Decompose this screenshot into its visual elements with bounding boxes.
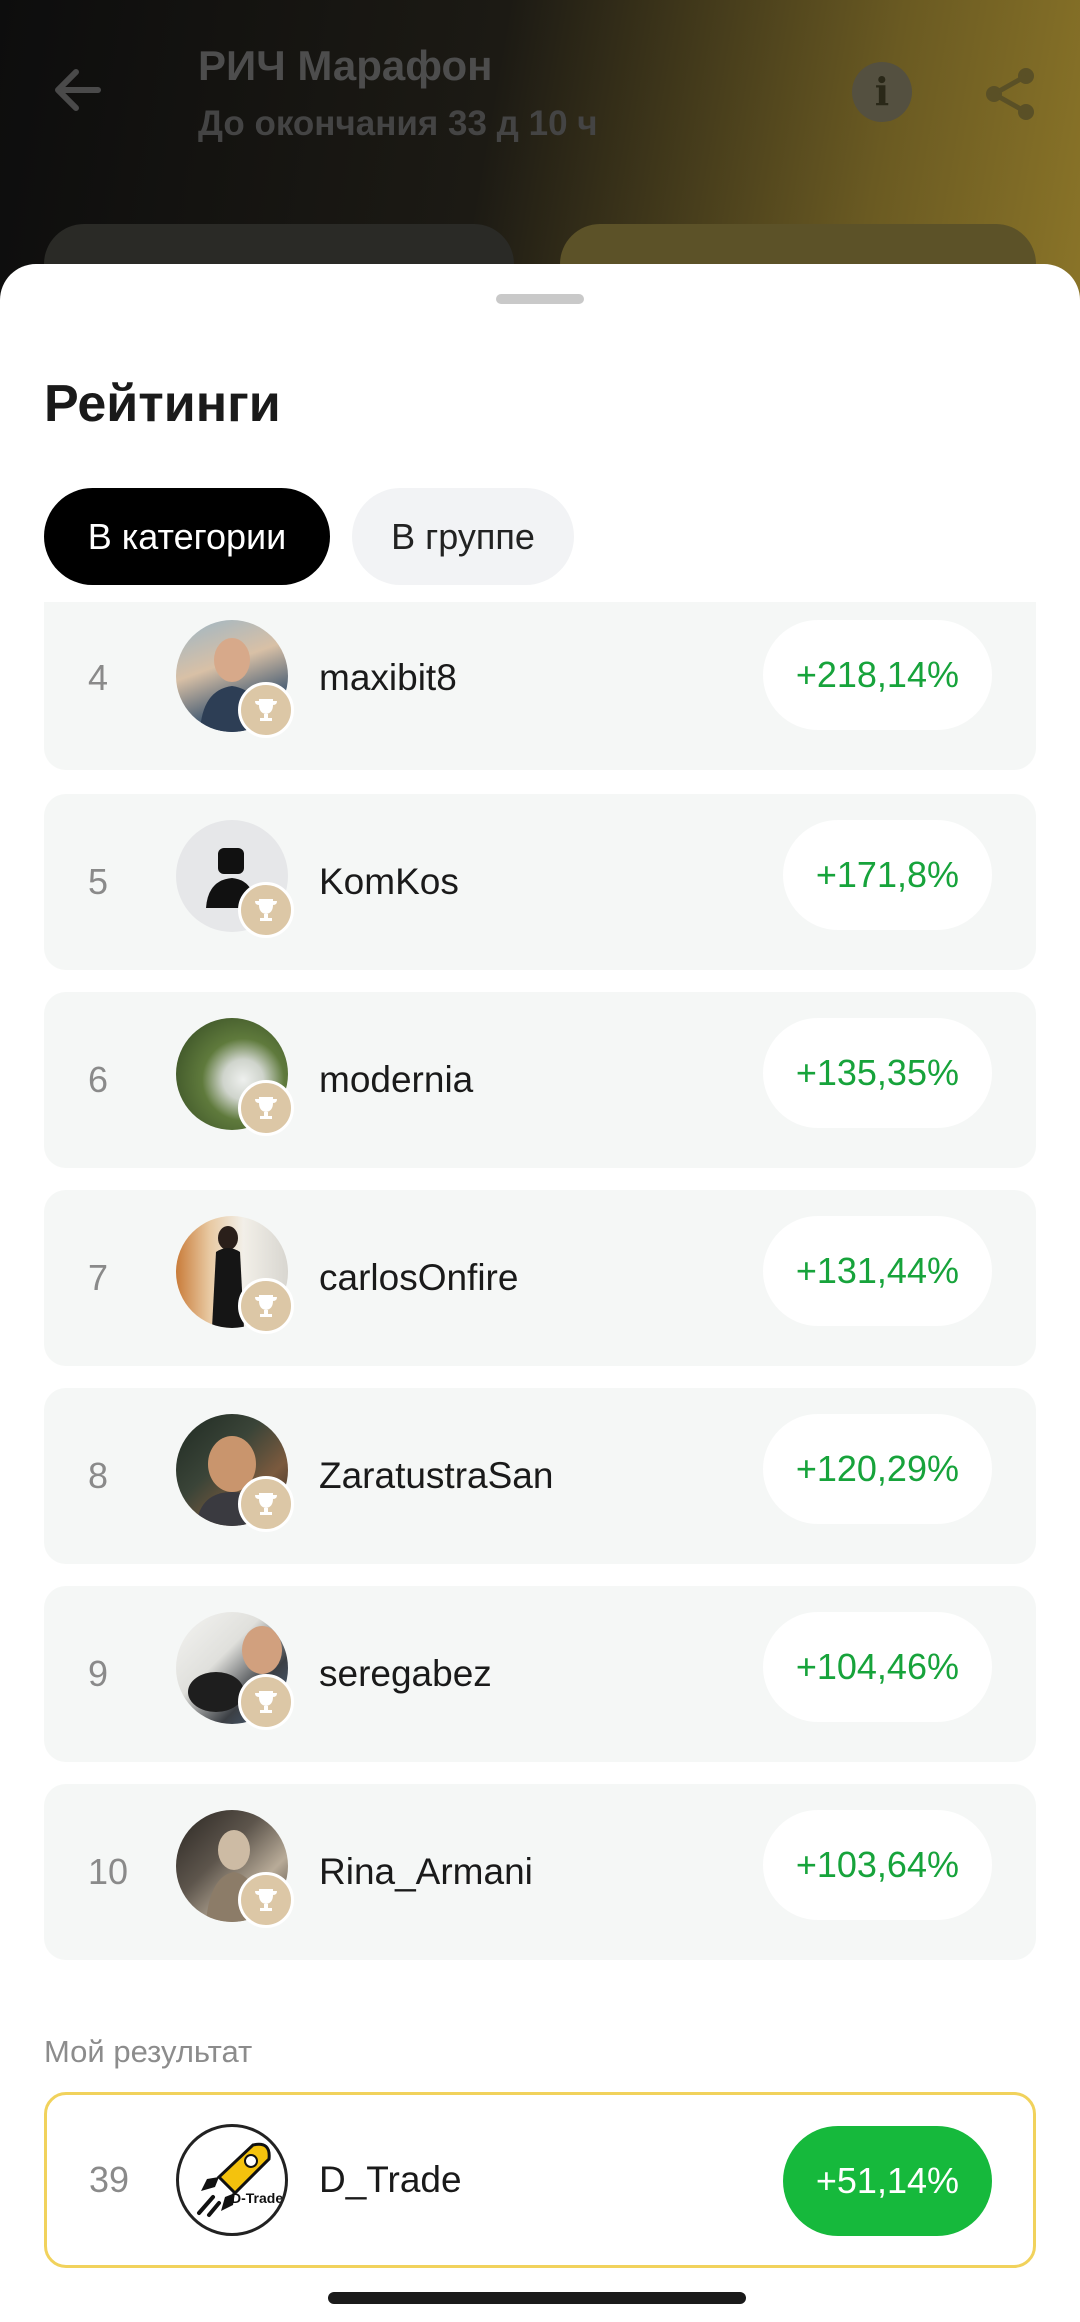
username: maxibit8 bbox=[319, 657, 457, 698]
rating-row[interactable]: 9 seregabez +104,46% bbox=[44, 1586, 1036, 1762]
trophy-icon bbox=[238, 882, 294, 938]
result-badge: +171,8% bbox=[782, 820, 992, 930]
background-header: РИЧ Марафон До окончания 33 д 10 ч i bbox=[0, 0, 1080, 304]
trophy-icon bbox=[238, 1872, 294, 1928]
tab-in-category[interactable]: В категории bbox=[44, 488, 330, 585]
rank-number: 4 bbox=[88, 657, 109, 698]
home-indicator[interactable] bbox=[328, 2292, 746, 2304]
rocket-logo-avatar: D-Trade bbox=[176, 2124, 288, 2236]
username: ZaratustraSan bbox=[319, 1455, 554, 1496]
rank-number: 8 bbox=[88, 1455, 109, 1496]
rank-number: 5 bbox=[88, 861, 109, 902]
marathon-title: РИЧ Марафон bbox=[198, 42, 493, 89]
sheet-title: Рейтинги bbox=[44, 375, 281, 433]
rating-row[interactable]: 7 carlosOnfire +131,44% bbox=[44, 1190, 1036, 1366]
my-result-badge: +51,14% bbox=[782, 2126, 992, 2236]
info-icon[interactable]: i bbox=[852, 62, 912, 122]
username: D_Trade bbox=[319, 2159, 462, 2200]
rank-number: 7 bbox=[88, 1257, 109, 1298]
rating-row[interactable]: 5 KomKos +171,8% bbox=[44, 794, 1036, 970]
result-badge: +120,29% bbox=[762, 1414, 992, 1524]
rank-number: 39 bbox=[89, 2159, 130, 2200]
result-badge: +131,44% bbox=[762, 1216, 992, 1326]
logo-text: D-Trade bbox=[231, 2190, 283, 2206]
time-remaining: До окончания 33 д 10 ч bbox=[198, 104, 598, 143]
rank-number: 9 bbox=[88, 1653, 109, 1694]
rating-row[interactable]: 4 maxibit8 +218,14% bbox=[44, 602, 1036, 770]
rating-row[interactable]: 6 modernia +135,35% bbox=[44, 992, 1036, 1168]
ratings-sheet: Рейтинги В категории В группе 4 maxibit8… bbox=[0, 264, 1080, 2322]
my-result-row[interactable]: 39 D-Trade D_Trade +51,14% bbox=[44, 2092, 1036, 2268]
username: KomKos bbox=[319, 861, 459, 902]
result-badge: +135,35% bbox=[762, 1018, 992, 1128]
sheet-drag-handle[interactable] bbox=[496, 294, 584, 304]
username: modernia bbox=[319, 1059, 474, 1100]
trophy-icon bbox=[238, 1476, 294, 1532]
trophy-icon bbox=[238, 1278, 294, 1334]
tab-in-group[interactable]: В группе bbox=[352, 488, 574, 585]
trophy-icon bbox=[238, 682, 294, 738]
rank-number: 10 bbox=[88, 1851, 129, 1892]
result-badge: +218,14% bbox=[762, 620, 992, 730]
trophy-icon bbox=[238, 1080, 294, 1136]
rank-number: 6 bbox=[88, 1059, 109, 1100]
result-badge: +103,64% bbox=[762, 1810, 992, 1920]
rating-row[interactable]: 8 ZaratustraSan +120,29% bbox=[44, 1388, 1036, 1564]
trophy-icon bbox=[238, 1674, 294, 1730]
my-result-label: Мой результат bbox=[44, 2034, 253, 2069]
back-arrow-icon[interactable] bbox=[48, 60, 108, 120]
share-icon[interactable] bbox=[980, 64, 1040, 124]
rating-row[interactable]: 10 Rina_Armani +103,64% bbox=[44, 1784, 1036, 1960]
username: Rina_Armani bbox=[319, 1851, 533, 1892]
username: seregabez bbox=[319, 1653, 492, 1694]
username: carlosOnfire bbox=[319, 1257, 519, 1298]
result-badge: +104,46% bbox=[762, 1612, 992, 1722]
